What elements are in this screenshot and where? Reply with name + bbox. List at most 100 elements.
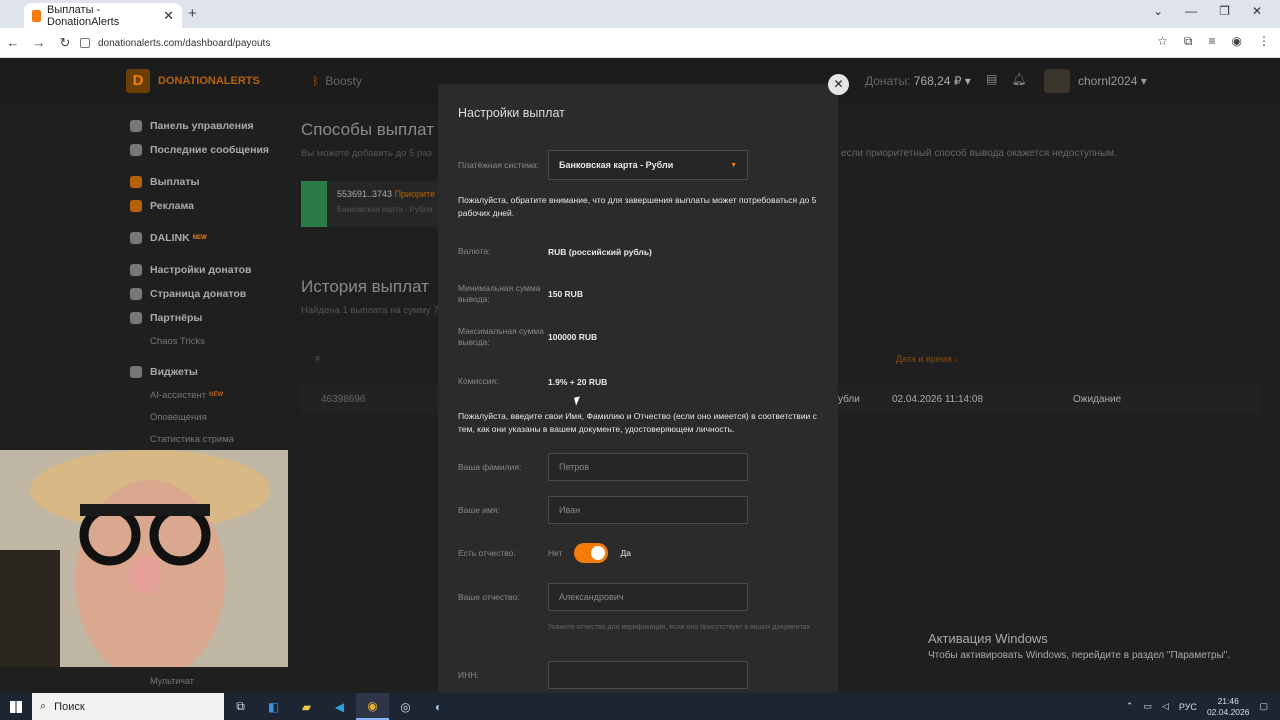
network-icon[interactable]: ▭	[1143, 701, 1152, 712]
toolbar-icons: ☆ ⧉ ≡ ◉ ⋮	[1157, 34, 1270, 49]
back-icon[interactable]: ←	[0, 35, 26, 50]
toggle-knob	[591, 546, 606, 560]
sidebar-item-multichat[interactable]: Мультичат	[150, 676, 194, 686]
modal-close-button[interactable]: ✕	[828, 74, 849, 95]
boosty-label: Boosty	[325, 74, 362, 88]
url-text: donationalerts.com/dashboard/payouts	[98, 37, 271, 49]
site-info-icon[interactable]	[80, 38, 90, 48]
sidebar-item-alerts[interactable]: Оповещения	[130, 406, 290, 428]
file-explorer-icon[interactable]: ▰	[290, 693, 323, 720]
user-menu[interactable]: chornl2024 ▾	[1044, 69, 1147, 93]
obs-icon[interactable]: ◎	[389, 693, 422, 720]
clock[interactable]: 21:46 02.04.2026	[1207, 696, 1250, 718]
extensions-icon[interactable]: ⧉	[1184, 34, 1193, 49]
profile-icon[interactable]: ◉	[1232, 34, 1242, 49]
windows-logo-icon	[10, 700, 22, 713]
row-currency: убли	[838, 394, 860, 405]
forward-icon[interactable]: →	[26, 35, 52, 50]
steam-icon[interactable]: ◐	[422, 693, 455, 720]
modal-title: Настройки выплат	[458, 106, 565, 120]
bookmark-star-icon[interactable]: ☆	[1157, 34, 1168, 49]
card-icon	[301, 181, 327, 227]
gear-icon	[130, 264, 142, 276]
patronymic-toggle-label: Есть отчество:	[458, 547, 516, 558]
name-notice: Пожалуйста, введите свои Имя, Фамилию и …	[458, 411, 817, 434]
language-indicator[interactable]: РУС	[1179, 702, 1197, 712]
sidebar-item-label: Страница донатов	[150, 288, 247, 300]
new-badge: NEW	[192, 235, 207, 241]
sidebar-item-label: Реклама	[150, 200, 194, 212]
notifications-bell-icon[interactable]: 🔔︎	[1011, 72, 1026, 86]
payment-system-select[interactable]: Банковская карта - Рубли ▼	[548, 150, 748, 180]
sidebar-item-label: Виджеты	[150, 366, 198, 378]
browser-tab[interactable]: Выплаты - DonationAlerts ✕	[24, 3, 182, 28]
min-amount-value: 150 RUB	[548, 289, 583, 299]
news-icon[interactable]: ▤	[986, 72, 997, 86]
restore-icon[interactable]: ❐	[1219, 4, 1230, 18]
reload-icon[interactable]: ↻	[52, 35, 78, 51]
menu-icon[interactable]: ⋮	[1258, 34, 1270, 49]
sidebar-item-ads[interactable]: Реклама	[130, 194, 290, 218]
tab-search-icon[interactable]: ⌄	[1153, 4, 1163, 18]
webcam-video	[0, 450, 288, 667]
avatar	[1044, 69, 1070, 93]
sidebar-item-messages[interactable]: Последние сообщения	[130, 138, 290, 162]
column-date[interactable]: Дата и время ↓	[896, 354, 959, 364]
fee-row: Комиссия: 1.9% + 20 RUB	[458, 376, 828, 387]
sidebar-item-ai-assistant[interactable]: AI-ассистент NEW	[130, 384, 290, 406]
payment-system-value: Банковская карта - Рубли	[559, 160, 674, 170]
minimize-icon[interactable]: —	[1185, 4, 1197, 18]
sidebar-item-dashboard[interactable]: Панель управления	[130, 114, 290, 138]
sidebar-item-label: Последние сообщения	[150, 144, 270, 156]
sidebar-item-donation-settings[interactable]: Настройки донатов	[130, 258, 290, 282]
sidebar-item-label: Панель управления	[150, 120, 254, 132]
partners-icon	[130, 312, 142, 324]
volume-icon[interactable]: ◁	[1162, 701, 1169, 712]
sidebar-item-payouts[interactable]: Выплаты	[130, 170, 290, 194]
sidebar-item-dalink[interactable]: DALINK NEW	[130, 226, 290, 250]
new-tab-button[interactable]: +	[188, 5, 197, 22]
sidebar-item-donation-page[interactable]: Страница донатов	[130, 282, 290, 306]
sidebar-item-chaos-tricks[interactable]: Chaos Tricks	[130, 330, 290, 352]
outlook-icon[interactable]: ◧	[257, 693, 290, 720]
reading-list-icon[interactable]: ≡	[1209, 34, 1216, 49]
patronymic-toggle[interactable]	[574, 543, 609, 563]
logo-text: DONATIONALERTS	[158, 75, 260, 87]
tray-chevron-icon[interactable]: ⌃	[1126, 701, 1134, 712]
patronymic-input[interactable]: Александрович	[548, 583, 748, 611]
logo[interactable]: D DONATIONALERTS	[126, 69, 260, 93]
sidebar-item-widgets[interactable]: Виджеты	[130, 360, 290, 384]
payment-system-label: Платёжная система:	[458, 159, 540, 170]
payouts-icon	[130, 176, 142, 188]
new-badge: NEW	[209, 392, 224, 398]
processing-notice: Пожалуйста, обратите внимание, что для з…	[458, 195, 817, 218]
sidebar-item-partners[interactable]: Партнёры	[130, 306, 290, 330]
activation-text: Чтобы активировать Windows, перейдите в …	[928, 650, 1231, 661]
search-icon: ⌕	[40, 700, 47, 712]
chrome-icon[interactable]: ◉	[356, 693, 389, 720]
address-bar[interactable]: donationalerts.com/dashboard/payouts	[80, 32, 1160, 54]
boosty-link[interactable]: ᛒ Boosty	[312, 74, 362, 88]
firstname-input[interactable]: Иван	[548, 496, 748, 524]
search-placeholder: Поиск	[54, 700, 85, 713]
sidebar-item-stream-stats[interactable]: Статистика стрима	[130, 428, 290, 450]
max-amount-value: 100000 RUB	[548, 332, 598, 342]
inn-row: ИНН:	[458, 661, 828, 689]
telegram-icon[interactable]: ◀	[323, 693, 356, 720]
boosty-icon: ᛒ	[312, 74, 320, 88]
currency-row: Валюта: RUB (российский рубль)	[458, 246, 828, 257]
surname-input[interactable]: Петров	[548, 453, 748, 481]
donationalerts-favicon-icon	[32, 9, 42, 22]
task-view-icon[interactable]: ⧉	[224, 693, 257, 720]
inn-input[interactable]	[548, 661, 748, 689]
system-tray: ⌃ ▭ ◁ РУС 21:46 02.04.2026 ▢	[1126, 693, 1280, 720]
tab-close-icon[interactable]: ✕	[163, 8, 174, 24]
notifications-icon[interactable]: ▢	[1259, 701, 1268, 712]
start-button[interactable]	[0, 693, 32, 720]
clock-time: 21:46	[1217, 695, 1239, 706]
max-amount-label: Максимальная сумма вывода:	[458, 326, 544, 347]
donations-balance[interactable]: Донаты: 768,24 ₽ ▾	[865, 74, 971, 88]
close-window-icon[interactable]: ✕	[1252, 4, 1262, 18]
taskbar-search[interactable]: ⌕ Поиск	[32, 693, 224, 720]
priority-note: если приоритетный способ вывода окажется…	[841, 148, 1117, 159]
